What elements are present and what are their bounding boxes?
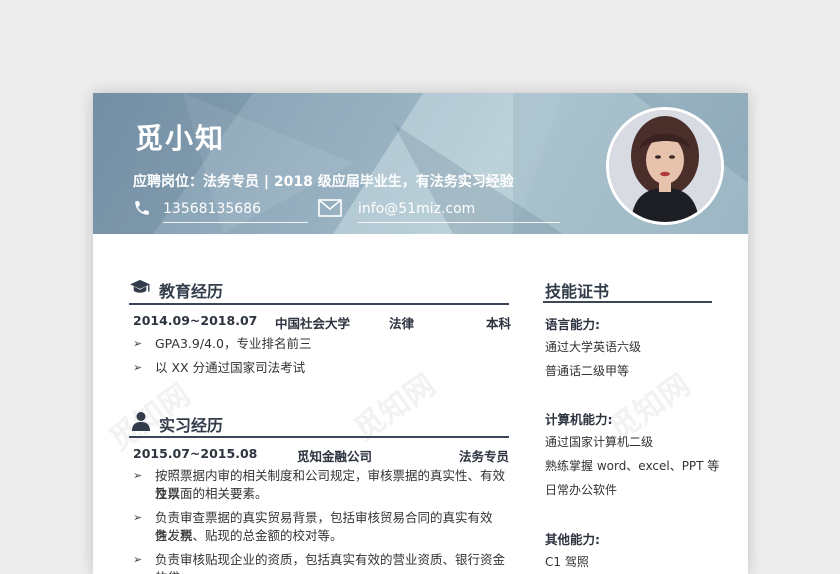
skill-heading-computer: 计算机能力: [545,412,613,427]
graduation-cap-icon [130,279,150,293]
portrait-image [609,110,721,222]
skill-item: 通过大学英语六级 [545,340,642,354]
arrow-icon: ➢ [133,511,143,524]
internship-company: 觅知金融公司 [297,449,373,464]
skill-item: 普通话二级甲等 [545,364,630,378]
education-major: 法律 [389,316,415,331]
internship-divider [129,436,509,438]
mail-icon [318,199,342,217]
person-icon [132,412,150,431]
list-item: ➢ 负责审核贴现企业的资质，包括真实有效的营业资质、银行资金的贷 [133,552,506,574]
list-item: ➢ 以 XX 分通过国家司法考试 [133,360,306,375]
arrow-icon: ➢ [133,361,143,374]
list-item: ➢ 负责审查票据的真实贸易背景，包括审核贸易合同的真实有效性、税 务发票、贴现的… [133,510,493,543]
internship-title: 实习经历 [159,416,224,435]
education-title: 教育经历 [159,282,224,301]
email-address: info@51miz.com [358,201,476,217]
skill-item: 通过国家计算机二级 [545,435,654,449]
resume-header: 觅小知 应聘岗位：法务专员 | 2018 级应届毕业生，有法务实习经验 1356… [93,93,748,234]
phone-number: 13568135686 [163,201,261,217]
skill-heading-other: 其他能力: [545,532,600,547]
internship-role: 法务专员 [459,449,510,464]
job-line: 应聘岗位：法务专员 | 2018 级应届毕业生，有法务实习经验 [133,174,514,190]
list-item: ➢ 按照票据内审的相关制度和公司规定，审核票据的真实性、有效性以 及票面的相关要… [133,468,506,501]
skills-title: 技能证书 [545,282,610,301]
phone-underline [163,222,308,223]
list-item: ➢ GPA3.9/4.0，专业排名前三 [133,336,312,351]
education-degree: 本科 [486,316,512,331]
avatar [606,107,724,225]
email-contact: info@51miz.com [318,197,560,223]
education-school: 中国社会大学 [275,316,351,331]
skill-item: 熟练掌握 word、excel、PPT 等 [545,459,720,473]
skill-item: C1 驾照 [545,555,589,569]
phone-contact: 13568135686 [133,197,308,223]
education-date: 2014.09~2018.07 [133,313,258,328]
arrow-icon: ➢ [133,469,143,482]
skills-divider [543,301,712,303]
internship-date: 2015.07~2015.08 [133,446,258,461]
arrow-icon: ➢ [133,337,143,350]
skill-item: 日常办公软件 [545,483,618,497]
skill-heading-language: 语言能力: [545,317,600,332]
education-divider [129,303,509,305]
email-underline [358,222,560,223]
arrow-icon: ➢ [133,553,143,566]
phone-icon [135,201,149,215]
resume-page: 觅小知 应聘岗位：法务专员 | 2018 级应届毕业生，有法务实习经验 1356… [93,93,748,574]
candidate-name: 觅小知 [135,122,226,155]
